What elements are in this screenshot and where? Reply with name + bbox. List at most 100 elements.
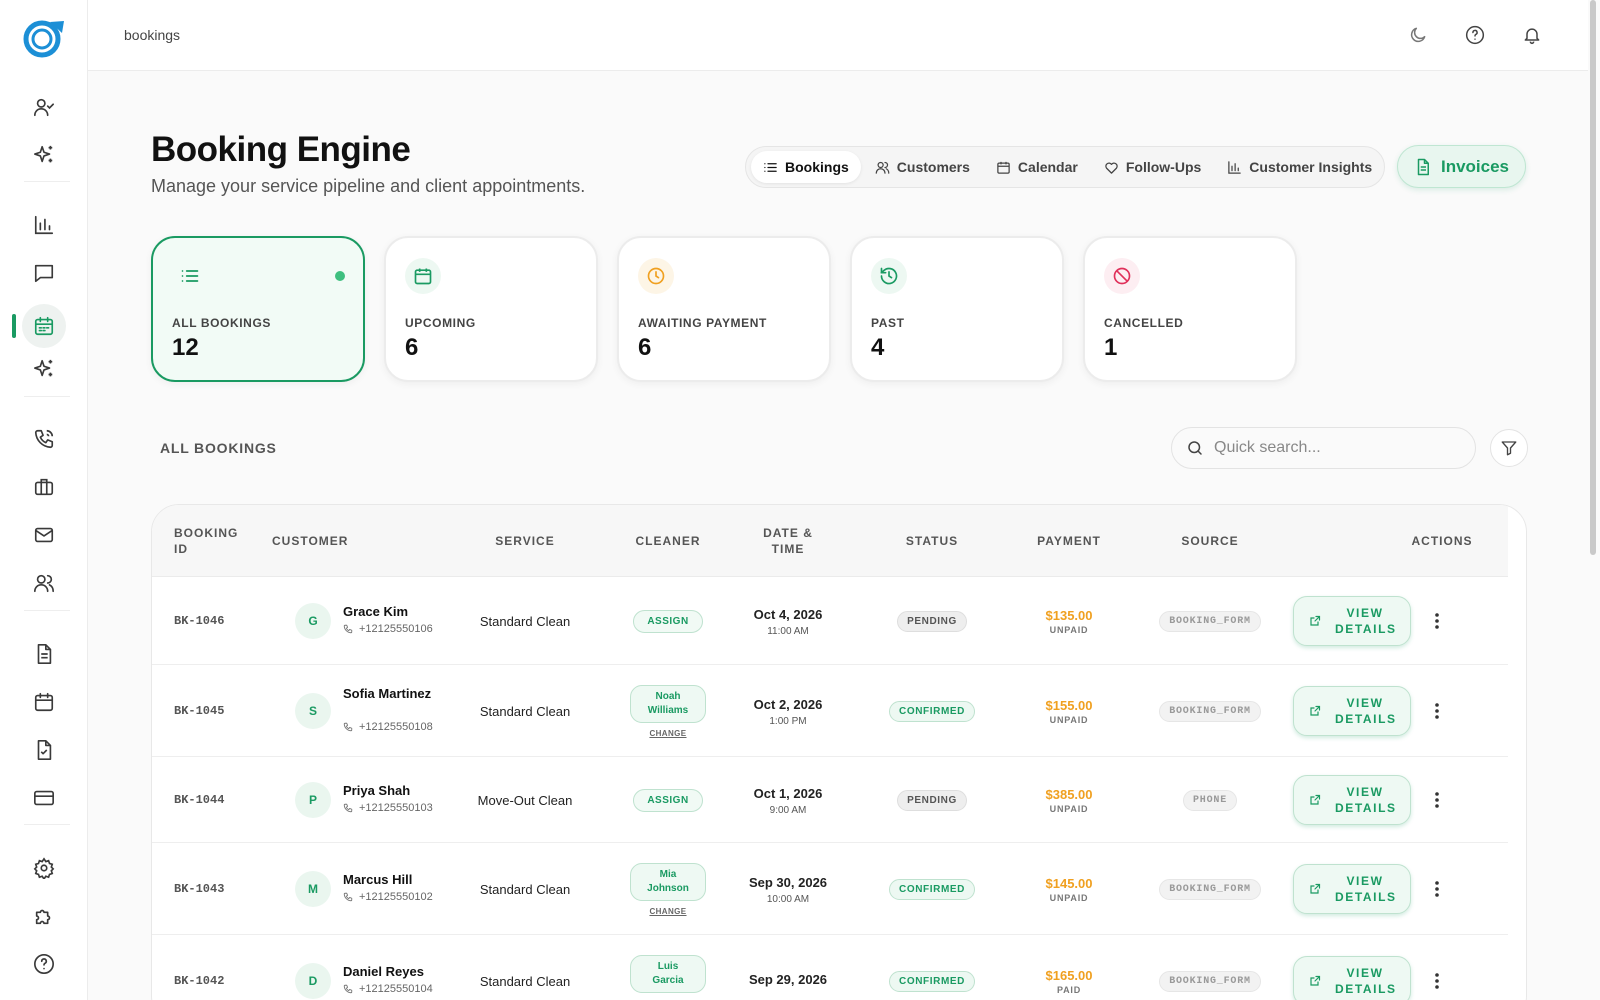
payment-status: PAID [1056,984,1082,995]
view-details-button[interactable]: VIEW DETAILS [1293,686,1411,736]
stat-card-upcoming[interactable]: UPCOMING 6 [384,236,598,382]
view-details-button[interactable]: VIEW DETAILS [1293,596,1411,646]
help-button[interactable] [1455,15,1495,55]
theme-toggle-button[interactable] [1398,15,1438,55]
view-details-label: VIEW DETAILS [1335,966,1397,996]
phone-number: +12125550103 [359,802,433,814]
row-more-button[interactable] [1427,874,1447,904]
booking-id[interactable]: BK-1045 [174,704,224,718]
sidebar-item-analytics[interactable] [22,203,66,247]
sidebar-item-schedule[interactable] [22,680,66,724]
page-scrollbar[interactable] [1590,0,1596,555]
tab-label: Bookings [785,159,849,175]
sidebar-item-messages[interactable] [22,251,66,295]
more-vertical-icon [1435,973,1439,989]
stat-card-all-bookings[interactable]: ALL BOOKINGS 12 [151,236,365,382]
gear-icon [33,857,55,879]
view-details-button[interactable]: VIEW DETAILS [1293,956,1411,1000]
stat-card-past[interactable]: PAST 4 [850,236,1064,382]
customer-name[interactable]: Daniel Reyes [343,964,433,979]
sidebar-item-jobs[interactable] [22,465,66,509]
th-source: SOURCE [1181,534,1239,548]
row-more-button[interactable] [1427,696,1447,726]
th-cleaner: CLEANER [635,534,701,548]
sparkles-icon [34,145,53,163]
payment-amount: $135.00 [1045,607,1093,623]
booking-id[interactable]: BK-1044 [174,793,224,807]
tab-follow-ups[interactable]: Follow-Ups [1092,151,1213,183]
booking-id[interactable]: BK-1042 [174,974,224,988]
payment-amount: $145.00 [1045,875,1093,891]
invoices-button[interactable]: Invoices [1397,145,1526,188]
sidebar-item-calls[interactable] [22,417,66,461]
stat-label: ALL BOOKINGS [172,316,271,330]
th-service: SERVICE [495,534,555,548]
stat-card-awaiting-payment[interactable]: AWAITING PAYMENT 6 [617,236,831,382]
table-row[interactable]: BK-1046 G Grace Kim +12125550106 Standard Cl… [152,577,1508,665]
assign-cleaner-button[interactable]: ASSIGN [633,609,703,633]
sidebar-item-integrations[interactable] [22,894,66,938]
clock-icon [638,258,674,294]
sidebar-item-mail[interactable] [22,513,66,557]
sidebar-item-checklists[interactable] [22,728,66,772]
table-row[interactable]: BK-1044 P Priya Shah +12125550103 Move-Out C… [152,757,1508,843]
sidebar-item-help[interactable] [22,942,66,986]
sidebar-item-payments[interactable] [22,776,66,820]
help-circle-icon [34,954,54,974]
search-input[interactable] [1214,439,1454,457]
table-row[interactable]: BK-1045 S Sofia Martinez +12125550108 Standa… [152,665,1508,757]
sidebar-item-bookings[interactable] [22,304,66,348]
sidebar-item-documents[interactable] [22,632,66,676]
phone-icon [343,624,353,634]
sidebar-item-sparkles[interactable] [22,133,66,177]
booking-date: Sep 30, 2026 [748,874,828,890]
customer-phone: +12125550103 [343,802,433,814]
sidebar-item-team[interactable] [22,561,66,605]
change-cleaner-link[interactable]: CHANGE [649,729,686,738]
row-more-button[interactable] [1427,606,1447,636]
status-badge: CONFIRMED [889,970,975,992]
booking-date: Oct 4, 2026 [753,606,823,622]
puzzle-icon [35,909,51,925]
tab-calendar[interactable]: Calendar [984,151,1090,183]
stat-card-cancelled[interactable]: CANCELLED 1 [1083,236,1297,382]
booking-id[interactable]: BK-1043 [174,882,224,896]
stat-value: 12 [172,334,199,361]
cleaner-badge[interactable]: Noah Williams [630,684,706,723]
external-link-icon [1310,615,1321,626]
sidebar-item-user-check[interactable] [22,85,66,129]
service-name: Standard Clean [479,613,571,629]
tab-customers[interactable]: Customers [863,151,982,183]
notifications-button[interactable] [1512,15,1552,55]
table-row[interactable]: BK-1043 M Marcus Hill +12125550102 Standard … [152,843,1508,935]
stat-label: PAST [871,316,905,330]
customer-name[interactable]: Marcus Hill [343,872,433,887]
row-more-button[interactable] [1427,785,1447,815]
source-badge: PHONE [1182,789,1237,811]
view-details-button[interactable]: VIEW DETAILS [1293,864,1411,914]
tab-label: Customers [896,159,970,175]
sidebar-item-ai[interactable] [22,347,66,391]
row-more-button[interactable] [1427,966,1447,996]
customer-name[interactable]: Priya Shah [343,783,433,798]
cleaner-badge[interactable]: Luis Garcia [630,954,706,993]
customer-phone: +12125550108 [343,721,433,733]
filter-button[interactable] [1490,429,1528,467]
table-row[interactable]: BK-1042 D Daniel Reyes +12125550104 Standard… [152,935,1508,1000]
app-logo[interactable] [22,18,66,58]
tab-customer-insights[interactable]: Customer Insights [1215,151,1384,183]
service-name: Standard Clean [479,703,571,719]
tab-bookings[interactable]: Bookings [751,151,861,183]
booking-time: 1:00 PM [769,715,807,727]
stat-value: 6 [638,334,652,361]
customer-name[interactable]: Sofia Martinez [343,686,433,701]
customer-name[interactable]: Grace Kim [343,604,433,619]
phone-number: +12125550104 [359,983,433,995]
cleaner-badge[interactable]: Mia Johnson [630,862,706,901]
booking-id[interactable]: BK-1046 [174,614,224,628]
tab-label: Follow-Ups [1125,159,1202,175]
change-cleaner-link[interactable]: CHANGE [649,907,686,916]
sidebar-item-settings[interactable] [22,846,66,890]
assign-cleaner-button[interactable]: ASSIGN [633,788,703,812]
view-details-button[interactable]: VIEW DETAILS [1293,775,1411,825]
